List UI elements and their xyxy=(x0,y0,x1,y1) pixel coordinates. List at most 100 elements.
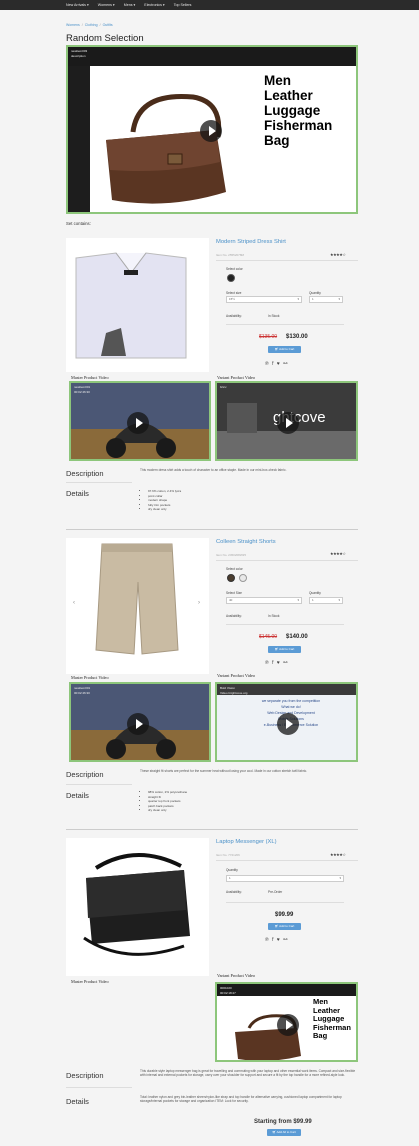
availability-label: Availability: xyxy=(226,614,242,618)
list-item: 97.6% cotton, 2.4% lycra xyxy=(148,489,181,494)
list-item: 98% cotton, 2% polyurethane xyxy=(148,790,187,795)
size-select[interactable]: 40 xyxy=(226,597,302,604)
hero-video-player[interactable]: newitem003 description Men Leather Luggag… xyxy=(66,45,358,214)
list-item: dry clean only xyxy=(148,808,187,813)
play-button[interactable] xyxy=(277,1014,299,1036)
availability-value: In Stock xyxy=(268,314,280,318)
video-tag: newitem001 00:02:46:30 xyxy=(74,686,90,696)
hero-title-line: Bag xyxy=(264,133,290,148)
nav-item-top-sellers[interactable]: Top Sellers xyxy=(174,3,192,7)
breadcrumb-item[interactable]: Womens xyxy=(66,23,80,27)
divider xyxy=(216,260,358,261)
description-text: These straight fit shorts are perfect fo… xyxy=(140,769,308,773)
nav-item-mens[interactable]: Mens ▾ xyxy=(124,3,136,7)
rating-stars: ★★★★☆ xyxy=(330,252,346,257)
breadcrumb-item[interactable]: Clothing xyxy=(85,23,98,27)
description-heading: Description xyxy=(66,1071,104,1080)
divider xyxy=(66,1087,132,1088)
divider xyxy=(226,624,344,625)
video-tag-sub: 00:02:18:27 xyxy=(220,991,236,995)
product-name[interactable]: Modern Striped Dress Shirt xyxy=(216,239,286,245)
breadcrumb-item[interactable]: Outfits xyxy=(103,23,113,27)
variant-video-title: Men Leather Luggage Fisherman Bag xyxy=(313,997,351,1041)
add-to-cart-button[interactable]: 🛒︎ Add to Cart xyxy=(268,346,301,353)
product-sku: Item No. 7721206 xyxy=(216,853,240,857)
play-button[interactable] xyxy=(127,713,149,735)
add-to-cart-label: Add to Cart xyxy=(279,924,295,928)
availability-value: In Stock xyxy=(268,614,280,618)
product-name[interactable]: Laptop Messenger (XL) xyxy=(216,839,277,845)
color-swatch[interactable] xyxy=(239,574,247,582)
color-label: Select color xyxy=(226,267,243,271)
variant-title-line: Bag xyxy=(313,1031,328,1040)
quantity-select[interactable]: 1 xyxy=(309,597,343,604)
variant-video-label: Variant Product Video xyxy=(217,375,256,380)
add-to-cart-label: Add to Cart xyxy=(279,647,295,651)
size-label: Select Size xyxy=(226,591,242,595)
variant-video-player[interactable]: brtcv ghtcove xyxy=(215,381,358,461)
product-sku: Item No. 2450208W25 xyxy=(216,553,247,557)
carousel-next-icon[interactable]: › xyxy=(198,600,200,606)
nav-item-new-arrivals[interactable]: New Arrivals ▾ xyxy=(66,3,89,7)
product-sku: Item No. 25552078M xyxy=(216,253,245,257)
details-heading: Details xyxy=(66,489,89,498)
share-icons[interactable]: ℗ f ♥ ⚯ xyxy=(265,660,288,666)
quantity-select[interactable]: 1 xyxy=(226,875,344,882)
size-label: Select size xyxy=(226,291,242,295)
divider xyxy=(226,324,344,325)
color-swatch[interactable] xyxy=(227,574,235,582)
variant-video-player[interactable]: Bold Vision Video brightcove.org we separ… xyxy=(215,682,358,762)
messenger-bag-image xyxy=(83,853,190,956)
video-tag: newitem003 description xyxy=(71,49,87,59)
size-select[interactable]: 15½ xyxy=(226,296,302,303)
variant-video-player[interactable]: 0001020 00:02:18:27 Men Leather Luggage F… xyxy=(215,982,358,1062)
carousel-prev-icon[interactable]: ‹ xyxy=(73,600,75,606)
details-list: 98% cotton, 2% polyurethane straight fit… xyxy=(142,790,187,813)
description-heading: Description xyxy=(66,469,104,478)
master-video-label: Master Product Video xyxy=(71,979,109,984)
divider xyxy=(226,902,344,903)
old-price: $135.00 xyxy=(259,334,278,340)
master-video-player[interactable]: newitem001 00:02:46:30 xyxy=(69,381,211,461)
product-image-shorts[interactable]: ‹ › xyxy=(66,538,209,674)
details-heading: Details xyxy=(66,791,89,800)
shorts-image xyxy=(95,543,179,655)
quantity-label: Quantity xyxy=(309,291,321,295)
video-tag-sub: Video brightcove.org xyxy=(220,691,248,695)
variant-video-label: Variant Product Video xyxy=(217,673,256,678)
add-to-cart-button[interactable]: 🛒︎ Add to Cart xyxy=(268,923,301,930)
description-text: This modern dress shirt adds a touch of … xyxy=(140,468,287,472)
add-all-to-cart-button[interactable]: 🛒︎ Add All to Cart xyxy=(267,1129,301,1136)
video-title-bar xyxy=(68,47,356,66)
play-button[interactable] xyxy=(277,713,299,735)
description-heading: Description xyxy=(66,770,104,779)
nav-item-womens[interactable]: Womens ▾ xyxy=(98,3,115,7)
share-icons[interactable]: ℗ f ♥ ⚯ xyxy=(265,361,288,367)
add-all-label: Add All to Cart xyxy=(276,1130,296,1134)
quantity-label: Quantity xyxy=(226,868,238,872)
product-name[interactable]: Colleen Straight Shorts xyxy=(216,539,276,545)
play-button[interactable] xyxy=(277,412,299,434)
play-button[interactable] xyxy=(200,120,222,142)
master-video-player[interactable]: newitem001 00:02:46:30 xyxy=(69,682,211,762)
add-to-cart-button[interactable]: 🛒︎ Add to Cart xyxy=(268,646,301,653)
section-divider xyxy=(66,829,358,830)
availability-value: Pre-Order xyxy=(268,890,283,894)
product-image-messenger[interactable] xyxy=(66,838,209,976)
video-frame-edge xyxy=(217,984,356,996)
starting-price: Starting from $99.99 xyxy=(254,1119,312,1125)
play-button[interactable] xyxy=(127,412,149,434)
quantity-select[interactable]: 1 xyxy=(309,296,343,303)
hero-title-line: Luggage xyxy=(264,103,321,118)
video-tag: newitem001 00:02:46:30 xyxy=(74,385,90,395)
color-swatch[interactable] xyxy=(227,274,235,282)
add-to-cart-label: Add to Cart xyxy=(279,347,295,351)
product-image-shirt[interactable] xyxy=(66,238,209,372)
price: $99.99 xyxy=(275,912,294,918)
details-text: Total: leather nylon and grey bin-leathe… xyxy=(140,1095,342,1104)
details-heading: Details xyxy=(66,1097,89,1106)
share-icons[interactable]: ℗ f ♥ ⚯ xyxy=(265,937,288,943)
availability-label: Availability: xyxy=(226,314,242,318)
divider xyxy=(66,482,132,483)
nav-item-electronics[interactable]: Electronics ▾ xyxy=(144,3,164,7)
